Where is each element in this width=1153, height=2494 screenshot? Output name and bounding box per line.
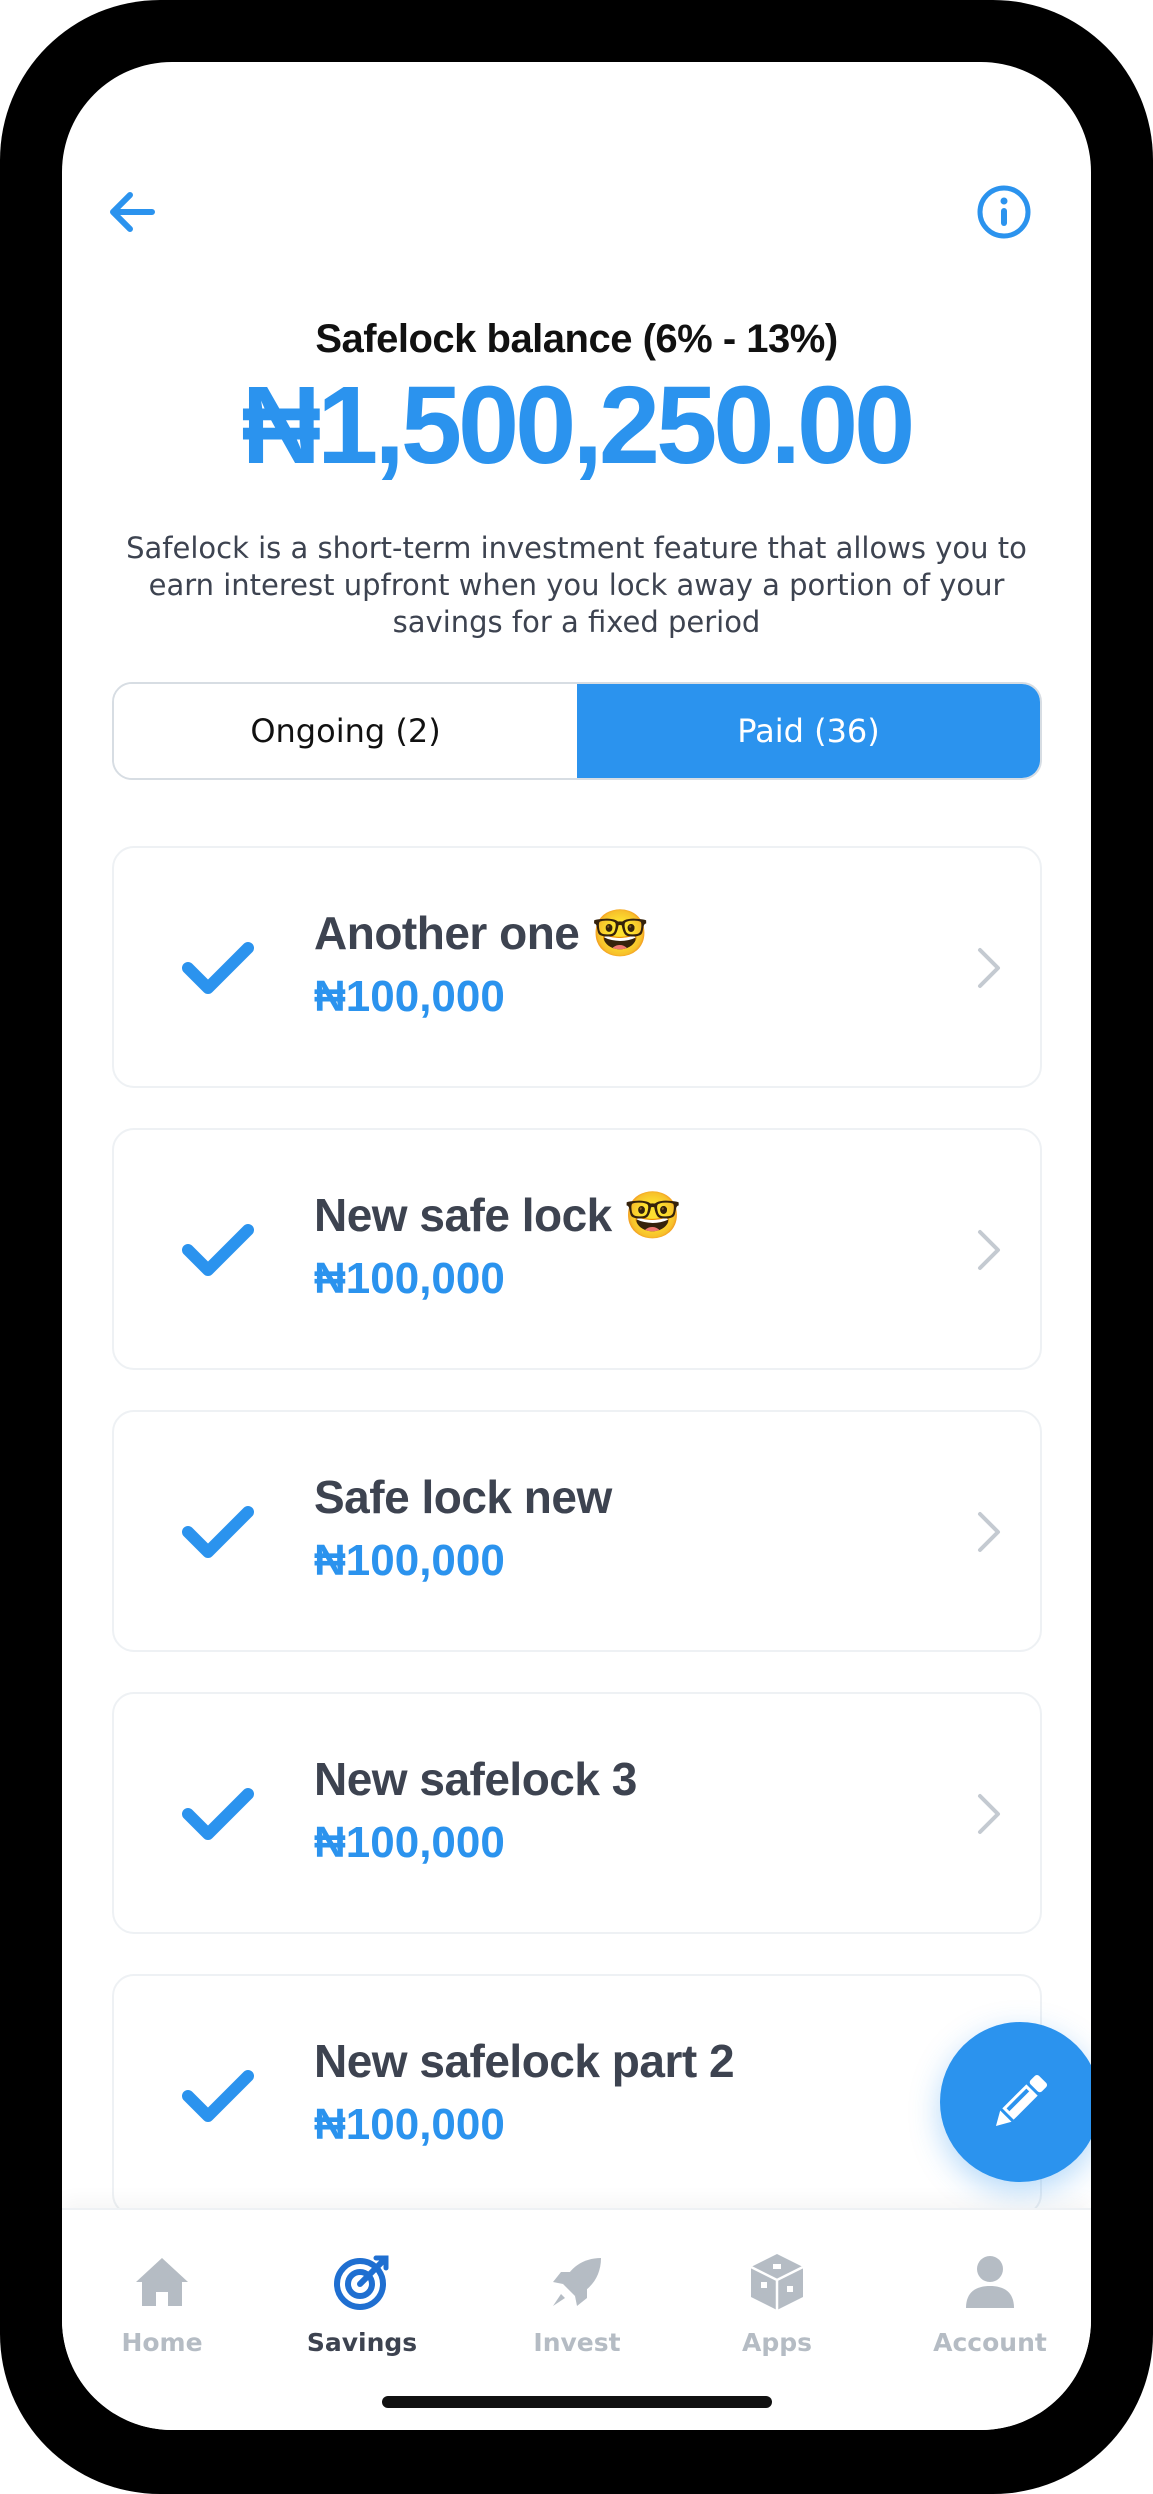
- safelock-amount: ₦100,000: [314, 2100, 505, 2149]
- check-icon: [182, 2070, 254, 2122]
- safelock-title: New safelock 3: [314, 1753, 637, 1805]
- safelock-amount: ₦100,000: [314, 1818, 505, 1867]
- chevron-right-icon: [978, 948, 1000, 988]
- target-icon: [334, 2255, 389, 2310]
- chevron-right-icon: [978, 1512, 1000, 1552]
- edit-fab-button[interactable]: [940, 2022, 1091, 2182]
- back-button[interactable]: [102, 182, 162, 242]
- check-icon: [182, 942, 254, 994]
- nav-label: Apps: [741, 2328, 813, 2357]
- safelock-title: Safe lock new: [314, 1471, 612, 1523]
- tab-ongoing[interactable]: Ongoing (2): [114, 684, 577, 778]
- status-tabs: Ongoing (2) Paid (36): [112, 682, 1042, 780]
- rocket-icon: [553, 2258, 601, 2306]
- safelock-amount: ₦100,000: [314, 972, 505, 1021]
- cube-icon: [750, 2254, 804, 2310]
- nav-label: Home: [121, 2328, 203, 2357]
- check-icon: [182, 1788, 254, 1840]
- safelock-card[interactable]: New safe lock 🤓 ₦100,000: [112, 1128, 1042, 1370]
- safelock-card[interactable]: Safe lock new ₦100,000: [112, 1410, 1042, 1652]
- nav-savings[interactable]: Savings: [262, 2210, 462, 2360]
- safelock-title: New safe lock 🤓: [314, 1189, 681, 1241]
- safelock-card[interactable]: Another one 🤓 ₦100,000: [112, 846, 1042, 1088]
- nav-label: Savings: [306, 2328, 418, 2357]
- top-bar: [62, 62, 1091, 239]
- nav-account[interactable]: Account: [890, 2210, 1090, 2360]
- nav-apps[interactable]: Apps: [677, 2210, 877, 2360]
- nav-label: Account: [933, 2328, 1047, 2357]
- safelock-amount: ₦100,000: [314, 1254, 505, 1303]
- balance-label: Safelock balance (6% - 13%): [315, 317, 838, 361]
- person-icon: [966, 2256, 1014, 2308]
- safelock-title: New safelock part 2: [314, 2035, 735, 2087]
- nav-label: Invest: [533, 2328, 621, 2357]
- home-indicator-bar: [382, 2396, 772, 2408]
- info-button[interactable]: [972, 180, 1036, 244]
- balance-amount: ₦1,500,250.00: [241, 364, 916, 487]
- safelock-amount: ₦100,000: [314, 1536, 505, 1585]
- check-icon: [182, 1506, 254, 1558]
- nav-home[interactable]: Home: [62, 2210, 262, 2360]
- safelock-title: Another one 🤓: [314, 907, 649, 959]
- app-screen: Safelock balance (6% - 13%) ₦1,500,250.0…: [62, 62, 1091, 2430]
- chevron-right-icon: [978, 1230, 1000, 1270]
- safelock-card[interactable]: New safelock 3 ₦100,000: [112, 1692, 1042, 1934]
- safelock-list: Another one 🤓 ₦100,000 New safe lock 🤓 ₦…: [112, 846, 1042, 2256]
- info-circle-icon: [977, 185, 1031, 239]
- chevron-right-icon: [978, 1794, 1000, 1834]
- device-frame: Safelock balance (6% - 13%) ₦1,500,250.0…: [0, 0, 1153, 2494]
- home-icon: [136, 2258, 188, 2306]
- arrow-left-icon: [110, 192, 155, 232]
- check-icon: [182, 1224, 254, 1276]
- pencil-icon: [995, 2074, 1048, 2127]
- safelock-description: Safelock is a short-term investment feat…: [126, 531, 1027, 639]
- tab-paid[interactable]: Paid (36): [577, 684, 1040, 778]
- nav-invest[interactable]: Invest: [477, 2210, 677, 2360]
- safelock-card[interactable]: New safelock part 2 ₦100,000: [112, 1974, 1042, 2216]
